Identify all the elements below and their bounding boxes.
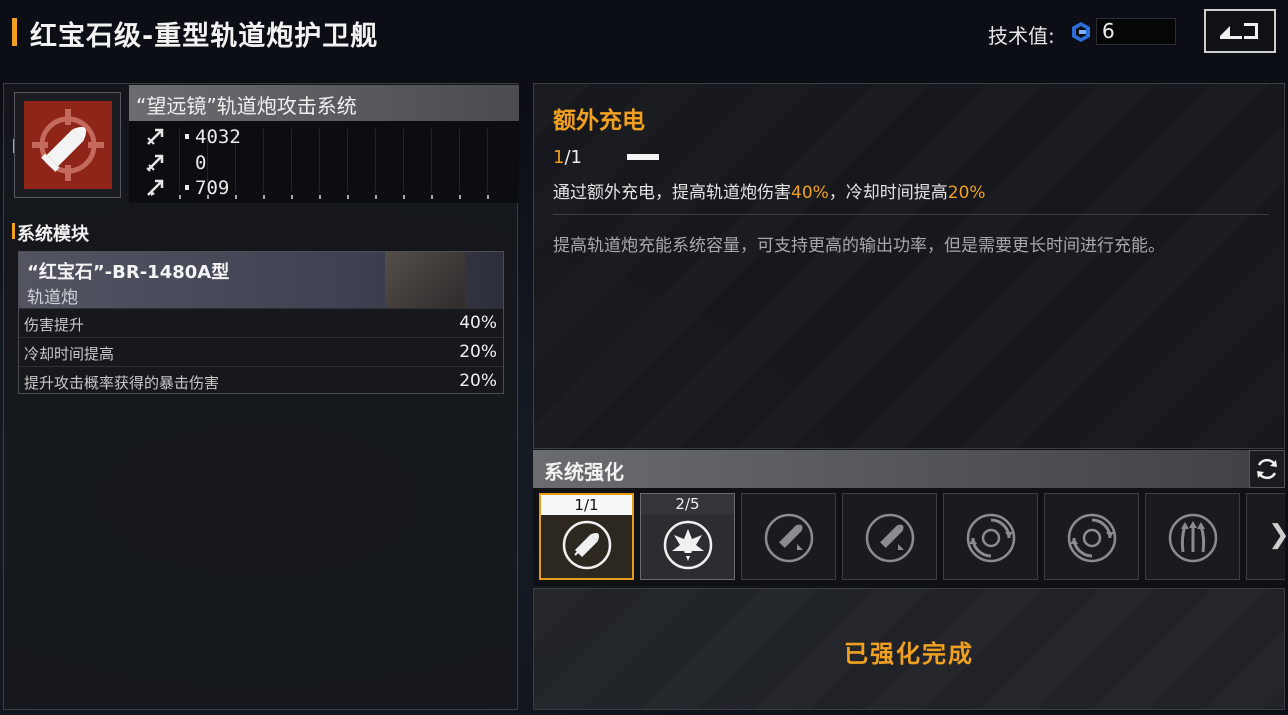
stat-tick bbox=[375, 195, 377, 199]
enhance-slot-1[interactable]: 1/1 bbox=[539, 493, 634, 580]
back-button[interactable] bbox=[1204, 9, 1276, 53]
stat-gridline bbox=[431, 129, 432, 191]
triple-arrows-up-icon bbox=[1168, 513, 1217, 563]
back-arrow-icon bbox=[1220, 23, 1258, 39]
module-stat-row: 提升攻击概率获得的暴击伤害 20% bbox=[19, 366, 503, 395]
upgrade-desc-value: 40% bbox=[791, 183, 829, 203]
stat-gridline bbox=[459, 129, 460, 191]
enhance-slot-4[interactable] bbox=[842, 493, 937, 580]
upgrade-detail-panel: 额外充电 1/1 通过额外充电，提高轨道炮伤害40%，冷却时间提高20% 提高轨… bbox=[533, 83, 1285, 449]
stat-tick bbox=[291, 195, 293, 199]
module-stat-label: 提升攻击概率获得的暴击伤害 bbox=[24, 374, 220, 392]
stat-value-2: 0 bbox=[195, 152, 207, 174]
enhance-slot-2[interactable]: 2/5 bbox=[640, 493, 735, 580]
stat-value-3: 709 bbox=[195, 177, 230, 199]
enhance-slot-5[interactable] bbox=[943, 493, 1038, 580]
upgrade-desc-text: ，冷却时间提高 bbox=[828, 183, 948, 203]
page-title: 红宝石级-重型轨道炮护卫舰 bbox=[30, 21, 379, 52]
railgun-shell-icon bbox=[32, 109, 104, 181]
stat-row-1: 4032 bbox=[145, 125, 241, 149]
siege-stat-icon bbox=[147, 179, 164, 196]
railgun-charge-icon bbox=[562, 520, 611, 570]
module-stat-label: 伤害提升 bbox=[24, 316, 85, 334]
upgrade-count: 1/1 bbox=[553, 147, 582, 168]
stat-gridline bbox=[487, 129, 488, 191]
weapon-stats: 4032 0 709 bbox=[129, 121, 519, 203]
slot-level-badge: 2/5 bbox=[641, 494, 734, 514]
stat-tick bbox=[459, 195, 461, 199]
upgrade-desc-value: 20% bbox=[947, 183, 986, 203]
enhance-title: 系统强化 bbox=[544, 460, 624, 484]
module-stat-value: 40% bbox=[459, 313, 497, 333]
enhance-slot-strip: 1/1 2/5 bbox=[533, 488, 1285, 586]
module-stat-label: 冷却时间提高 bbox=[24, 345, 115, 363]
stat-marker bbox=[185, 185, 189, 190]
upgrade-title: 额外充电 bbox=[553, 108, 645, 134]
weapon-name: “望远镜”轨道炮攻击系统 bbox=[136, 94, 357, 118]
upgrade-description: 通过额外充电，提高轨道炮伤害40%，冷却时间提高20% bbox=[553, 178, 986, 203]
enhance-slot-6[interactable] bbox=[1044, 493, 1139, 580]
stat-gridline bbox=[263, 129, 264, 191]
tech-point-icon bbox=[1072, 22, 1090, 42]
spin-arrows-icon bbox=[1067, 513, 1116, 563]
stat-gridline bbox=[375, 129, 376, 191]
stat-tick bbox=[347, 195, 349, 199]
refresh-icon bbox=[1257, 458, 1277, 480]
stat-gridline bbox=[291, 129, 292, 191]
module-type: 轨道炮 bbox=[27, 288, 78, 308]
stat-value-1: 4032 bbox=[195, 126, 241, 148]
slot-level-badge: 1/1 bbox=[541, 495, 632, 515]
enhance-complete-text: 已强化完成 bbox=[844, 640, 974, 668]
missile-up-icon bbox=[865, 513, 914, 563]
stat-tick bbox=[235, 195, 237, 199]
weapon-icon-frame[interactable] bbox=[14, 92, 121, 198]
section-marker bbox=[12, 223, 15, 239]
system-module-title: 系统模块 bbox=[17, 224, 89, 245]
module-image bbox=[385, 252, 465, 308]
top-bar: 红宝石级-重型轨道炮护卫舰 技术值: 6 bbox=[0, 0, 1288, 70]
enhance-header: 系统强化 bbox=[533, 450, 1285, 488]
upgrade-count-current: 1 bbox=[553, 147, 565, 168]
stat-gridline bbox=[179, 129, 180, 191]
upgrade-count-total: /1 bbox=[564, 147, 582, 168]
stat-tick bbox=[487, 195, 489, 199]
module-stat-row: 伤害提升 40% bbox=[19, 308, 503, 337]
stat-gridline bbox=[347, 129, 348, 191]
refresh-button[interactable] bbox=[1249, 450, 1285, 488]
tech-value-label: 技术值: bbox=[988, 24, 1055, 48]
upgrade-lore: 提高轨道炮充能系统容量，可支持更高的输出功率，但是需要更长时间进行充能。 bbox=[553, 236, 1165, 256]
stat-tick bbox=[179, 195, 181, 199]
tech-value: 6 bbox=[1102, 19, 1115, 43]
weapon-icon-bg bbox=[24, 101, 112, 189]
stat-gridline bbox=[319, 129, 320, 191]
module-stat-value: 20% bbox=[459, 371, 497, 391]
stat-row-3: 709 bbox=[145, 176, 229, 200]
stat-gridline bbox=[403, 129, 404, 191]
stat-row-2: 0 bbox=[145, 151, 206, 175]
stat-tick bbox=[263, 195, 265, 199]
upgrade-desc-text: 通过额外充电，提高轨道炮伤害 bbox=[553, 183, 791, 203]
attack-stat-icon bbox=[147, 128, 164, 145]
module-stat-row: 冷却时间提高 20% bbox=[19, 337, 503, 366]
stat-tick bbox=[319, 195, 321, 199]
stat-tick bbox=[431, 195, 433, 199]
enhance-slot-7[interactable] bbox=[1145, 493, 1240, 580]
weapon-panel: “望远镜”轨道炮攻击系统 4032 0 709 系统模块 “红宝石”-BR-14… bbox=[3, 83, 519, 710]
scroll-right-chevron-icon[interactable]: ❯ bbox=[1268, 520, 1288, 550]
divider bbox=[553, 214, 1269, 215]
enhance-slot-3[interactable] bbox=[741, 493, 836, 580]
shield-stat-icon bbox=[146, 154, 164, 172]
burst-icon bbox=[663, 520, 712, 570]
upgrade-level-bar bbox=[627, 154, 659, 160]
module-card[interactable]: “红宝石”-BR-1480A型 轨道炮 伤害提升 40% 冷却时间提高 20% … bbox=[18, 251, 504, 394]
missile-up-icon bbox=[764, 513, 813, 563]
module-name: “红宝石”-BR-1480A型 bbox=[27, 262, 230, 283]
module-stat-value: 20% bbox=[459, 342, 497, 362]
enhance-status-panel: 已强化完成 bbox=[533, 588, 1285, 710]
stat-marker bbox=[185, 134, 189, 139]
title-accent bbox=[12, 18, 17, 46]
stat-tick bbox=[403, 195, 405, 199]
spin-arrows-icon bbox=[966, 513, 1015, 563]
